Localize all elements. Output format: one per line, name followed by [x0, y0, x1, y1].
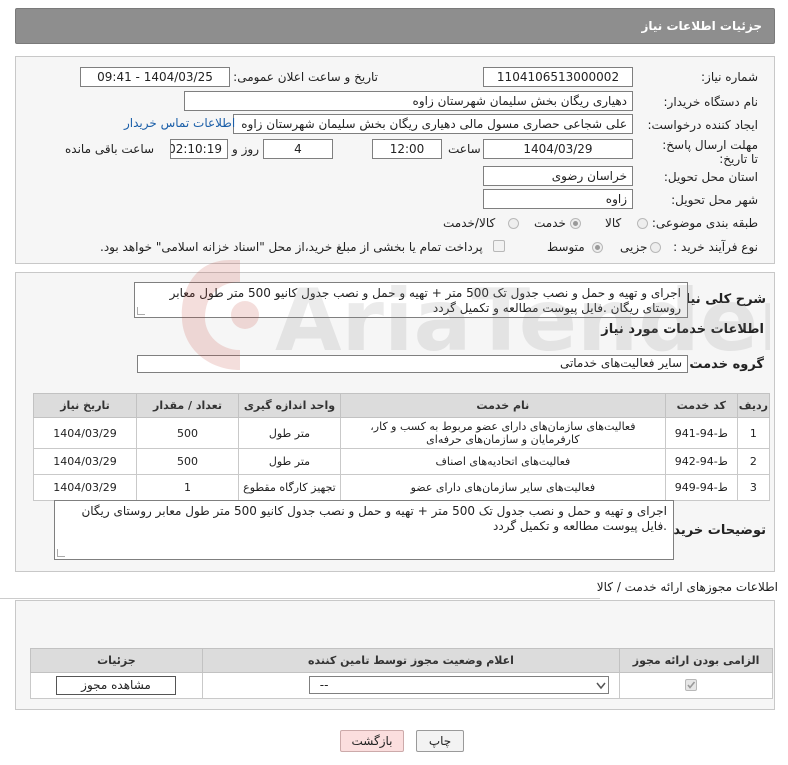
col-qty: تعداد / مقدار: [136, 393, 239, 418]
services-table: ردیف کد خدمت نام خدمت واحد اندازه گیری ت…: [32, 393, 771, 501]
permits-table: الزامی بودن ارائه مجوز اعلام وضعیت مجوز …: [30, 648, 773, 699]
category-option-both: کالا/خدمت: [443, 216, 496, 230]
col-row: ردیف: [736, 393, 771, 418]
page-header: جزئیات اطلاعات نیاز: [15, 8, 775, 44]
summary-textarea[interactable]: اجرای و تهیه و حمل و نصب جدول تک 500 متر…: [134, 282, 688, 318]
deadline-time-field[interactable]: 12:00: [372, 139, 442, 159]
buyer-notes-text: اجرای و تهیه و حمل و نصب جدول تک 500 متر…: [81, 504, 667, 533]
cell-details: مشاهده مجوز: [30, 672, 203, 699]
category-radio-both[interactable]: [508, 218, 519, 229]
deadline-date-field[interactable]: 1404/03/29: [483, 139, 633, 159]
resize-handle-icon[interactable]: [57, 549, 65, 557]
permits-header-row: الزامی بودن ارائه مجوز اعلام وضعیت مجوز …: [30, 648, 773, 673]
permit-status-value: --: [319, 678, 329, 692]
cell-status: --: [201, 672, 621, 699]
cell-date: 1404/03/29: [32, 417, 138, 449]
need-number-field[interactable]: 1104106513000002: [483, 67, 633, 87]
remaining-label: ساعت باقی مانده: [65, 142, 155, 156]
cell-code: ط-94-949: [664, 474, 738, 501]
announce-label: تاریخ و ساعت اعلان عمومی:: [233, 70, 378, 84]
creator-label: ایجاد کننده درخواست:: [647, 118, 758, 132]
page-title: جزئیات اطلاعات نیاز: [641, 19, 762, 33]
process-option-medium: متوسط: [547, 240, 585, 254]
contact-buyer-link[interactable]: اطلاعات تماس خریدار: [124, 116, 235, 130]
category-radio-goods[interactable]: [637, 218, 648, 229]
resize-handle-icon[interactable]: [137, 307, 145, 315]
service-group-label: گروه خدمت:: [684, 357, 764, 372]
services-title: اطلاعات خدمات مورد نیاز: [601, 322, 764, 337]
days-field[interactable]: 4: [263, 139, 333, 159]
service-group-field[interactable]: سایر فعالیت‌های خدماتی: [137, 355, 688, 373]
deadline-label: مهلت ارسال پاسخ: تا تاریخ:: [662, 138, 758, 166]
cell-required: [619, 672, 773, 699]
province-label: استان محل تحویل:: [663, 170, 758, 184]
process-radio-minor[interactable]: [650, 242, 661, 253]
process-label: نوع فرآیند خرید :: [673, 240, 758, 254]
chevron-down-icon: [596, 682, 606, 690]
category-option-goods: کالا: [605, 216, 622, 230]
cell-date: 1404/03/29: [32, 448, 138, 475]
cell-code: ط-94-941: [664, 417, 738, 449]
process-option-minor: جزیی: [620, 240, 648, 254]
buyer-notes-textarea[interactable]: اجرای و تهیه و حمل و نصب جدول تک 500 متر…: [54, 500, 674, 560]
cell-date: 1404/03/29: [32, 474, 138, 501]
category-option-service: خدمت: [534, 216, 566, 230]
col-details: جزئیات: [30, 648, 203, 673]
category-label: طبقه بندی موضوعی:: [651, 216, 758, 230]
cell-name: فعالیت‌های سایر سازمان‌های دارای عضو: [339, 474, 666, 501]
cell-name: فعالیت‌های اتحادیه‌های اصناف: [339, 448, 666, 475]
cell-row: 1: [736, 417, 771, 449]
days-label: روز و: [232, 142, 259, 156]
time-label: ساعت: [448, 142, 481, 156]
need-number-label: شماره نیاز:: [701, 70, 758, 84]
required-checkbox: [685, 679, 698, 691]
cell-unit: تجهیز کارگاه مقطوع: [237, 474, 341, 501]
col-name: نام خدمت: [339, 393, 666, 418]
cell-row: 3: [736, 474, 771, 501]
cell-unit: متر طول: [237, 448, 341, 475]
cell-name: فعالیت‌های سازمان‌های دارای عضو مربوط به…: [339, 417, 666, 449]
summary-text: اجرای و تهیه و حمل و نصب جدول تک 500 متر…: [169, 286, 681, 315]
view-permit-button[interactable]: مشاهده مجوز: [56, 676, 176, 695]
services-header-row: ردیف کد خدمت نام خدمت واحد اندازه گیری ت…: [32, 393, 771, 418]
process-radio-medium[interactable]: [592, 242, 603, 253]
cell-qty: 500: [136, 448, 239, 475]
table-row[interactable]: 1 ط-94-941 فعالیت‌های سازمان‌های دارای ع…: [32, 417, 771, 449]
province-field[interactable]: خراسان رضوی: [483, 166, 633, 186]
remaining-time-field[interactable]: 02:10:19: [170, 139, 228, 159]
cell-qty: 500: [136, 417, 239, 449]
treasury-checkbox[interactable]: [493, 240, 505, 252]
permits-title: اطلاعات مجوزهای ارائه خدمت / کالا: [596, 580, 778, 594]
permits-divider: [0, 598, 600, 599]
city-label: شهر محل تحویل:: [671, 193, 758, 207]
back-button[interactable]: بازگشت: [340, 730, 404, 752]
cell-row: 2: [736, 448, 771, 475]
col-date: تاریخ نیاز: [32, 393, 138, 418]
col-unit: واحد اندازه گیری: [237, 393, 341, 418]
permit-status-select[interactable]: --: [308, 676, 609, 694]
buyer-org-label: نام دستگاه خریدار:: [663, 95, 759, 109]
table-row[interactable]: 2 ط-94-942 فعالیت‌های اتحادیه‌های اصناف …: [32, 448, 771, 475]
payment-note: پرداخت تمام یا بخشی از مبلغ خرید،از محل …: [100, 240, 483, 254]
cell-code: ط-94-942: [664, 448, 738, 475]
col-required: الزامی بودن ارائه مجوز: [619, 648, 773, 673]
city-field[interactable]: زاوه: [483, 189, 633, 209]
announce-field[interactable]: 1404/03/25 - 09:41: [80, 67, 230, 87]
table-row[interactable]: 3 ط-94-949 فعالیت‌های سایر سازمان‌های دا…: [32, 474, 771, 501]
print-button[interactable]: چاپ: [416, 730, 464, 752]
table-row: -- مشاهده مجوز: [30, 672, 773, 699]
col-code: کد خدمت: [664, 393, 738, 418]
creator-field[interactable]: علی شجاعی حصاری مسول مالی دهیاری ریگان ب…: [233, 114, 633, 134]
buyer-org-field[interactable]: دهیاری ریگان بخش سلیمان شهرستان زاوه: [184, 91, 633, 111]
cell-unit: متر طول: [237, 417, 341, 449]
category-radio-service[interactable]: [570, 218, 581, 229]
cell-qty: 1: [136, 474, 239, 501]
col-status: اعلام وضعیت مجوز توسط تامین کننده: [201, 648, 621, 673]
